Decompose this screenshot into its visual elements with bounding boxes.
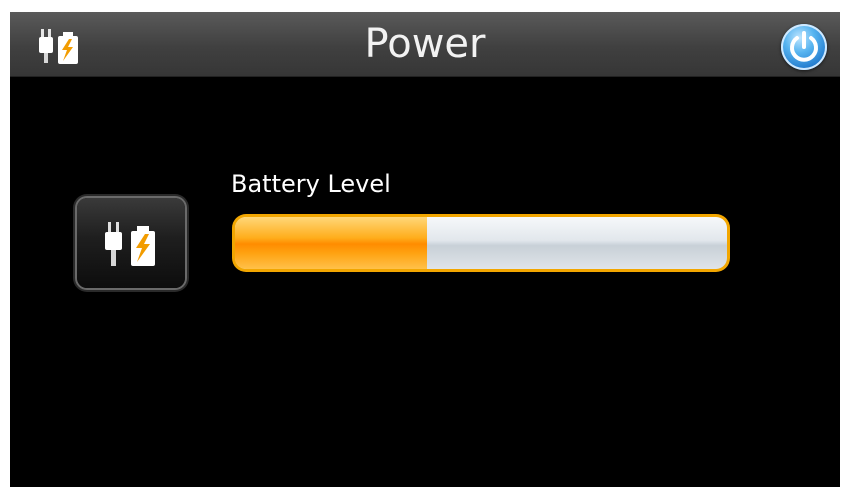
battery-level-track bbox=[235, 217, 727, 269]
page-title: Power bbox=[364, 21, 486, 67]
power-icon bbox=[790, 31, 818, 62]
screen: Power Battery Level bbox=[10, 12, 840, 487]
battery-level-fill bbox=[235, 217, 427, 269]
battery-level-label: Battery Level bbox=[231, 170, 391, 198]
title-bar: Power bbox=[10, 12, 840, 77]
battery-tile bbox=[77, 198, 185, 288]
battery-level-bar bbox=[232, 214, 730, 272]
battery-charging-icon bbox=[105, 222, 155, 266]
power-button[interactable] bbox=[781, 24, 827, 70]
